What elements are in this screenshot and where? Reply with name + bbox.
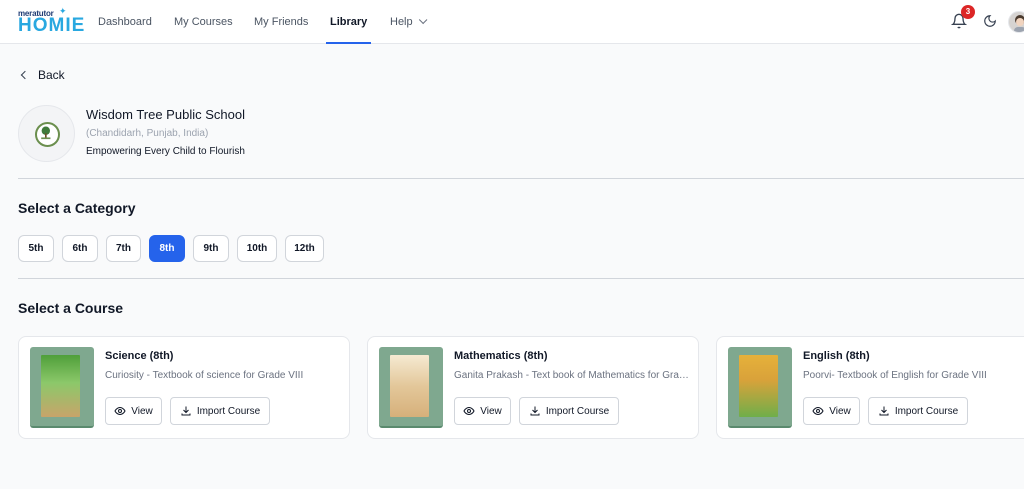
category-chip-5th[interactable]: 5th <box>18 235 54 262</box>
course-cover-image <box>739 355 778 417</box>
category-chip-10th[interactable]: 10th <box>237 235 277 262</box>
eye-icon <box>812 406 824 416</box>
nav-library[interactable]: Library <box>326 0 372 44</box>
view-label: View <box>131 405 153 417</box>
divider <box>18 278 1024 279</box>
course-name: Science (8th) <box>105 350 174 362</box>
import-course-button[interactable]: Import Course <box>519 397 619 425</box>
download-icon <box>181 406 191 416</box>
category-chip-12th[interactable]: 12th <box>285 235 324 262</box>
avatar[interactable] <box>1008 11 1024 33</box>
course-description: Curiosity - Textbook of science for Grad… <box>105 370 304 381</box>
school-logo <box>18 105 75 162</box>
course-name: Mathematics (8th) <box>454 350 548 362</box>
course-description: Ganita Prakash - Text book of Mathematic… <box>454 370 690 381</box>
nav-my-courses[interactable]: My Courses <box>174 0 233 44</box>
course-card-english: English (8th) Poorvi- Textbook of Englis… <box>716 336 1024 439</box>
nav-help[interactable]: Help <box>390 0 427 44</box>
moon-icon[interactable] <box>983 14 997 28</box>
top-nav-bar: meratutor ✦ HOMIE Dashboard My Courses M… <box>0 0 1024 44</box>
course-cover-image <box>390 355 429 417</box>
import-course-button[interactable]: Import Course <box>868 397 968 425</box>
import-label: Import Course <box>196 405 261 417</box>
view-button[interactable]: View <box>803 397 860 425</box>
school-location: (Chandidarh, Punjab, India) <box>86 128 209 139</box>
view-label: View <box>480 405 502 417</box>
category-chip-8th[interactable]: 8th <box>149 235 185 262</box>
course-cover-image <box>41 355 80 417</box>
import-course-button[interactable]: Import Course <box>170 397 270 425</box>
back-chevron-icon <box>20 70 30 80</box>
divider <box>18 178 1024 179</box>
category-chip-9th[interactable]: 9th <box>193 235 229 262</box>
nav-help-label: Help <box>390 16 413 28</box>
nav-my-friends[interactable]: My Friends <box>254 0 308 44</box>
back-button[interactable]: Back <box>18 66 65 84</box>
back-label: Back <box>38 68 65 82</box>
view-button[interactable]: View <box>105 397 162 425</box>
course-description: Poorvi- Textbook of English for Grade VI… <box>803 370 987 381</box>
download-icon <box>879 406 889 416</box>
course-title: Select a Course <box>18 300 124 316</box>
category-title: Select a Category <box>18 200 136 216</box>
nav-dashboard[interactable]: Dashboard <box>98 0 152 44</box>
notification-badge: 3 <box>961 5 975 19</box>
course-cover <box>728 347 792 428</box>
import-label: Import Course <box>545 405 610 417</box>
download-icon <box>530 406 540 416</box>
view-button[interactable]: View <box>454 397 511 425</box>
category-chip-7th[interactable]: 7th <box>106 235 141 262</box>
course-name: English (8th) <box>803 350 870 362</box>
import-label: Import Course <box>894 405 959 417</box>
course-cover <box>379 347 443 428</box>
brand-logo[interactable]: meratutor ✦ HOMIE <box>18 6 86 36</box>
chevron-down-icon <box>418 15 427 25</box>
school-name: Wisdom Tree Public School <box>86 107 245 122</box>
school-tagline: Empowering Every Child to Flourish <box>86 146 245 157</box>
eye-icon <box>114 406 126 416</box>
brand-logo-big: HOMIE <box>18 15 86 36</box>
view-label: View <box>829 405 851 417</box>
course-card-science: Science (8th) Curiosity - Textbook of sc… <box>18 336 350 439</box>
eye-icon <box>463 406 475 416</box>
category-chip-6th[interactable]: 6th <box>62 235 98 262</box>
course-card-mathematics: Mathematics (8th) Ganita Prakash - Text … <box>367 336 699 439</box>
course-cover <box>30 347 94 428</box>
